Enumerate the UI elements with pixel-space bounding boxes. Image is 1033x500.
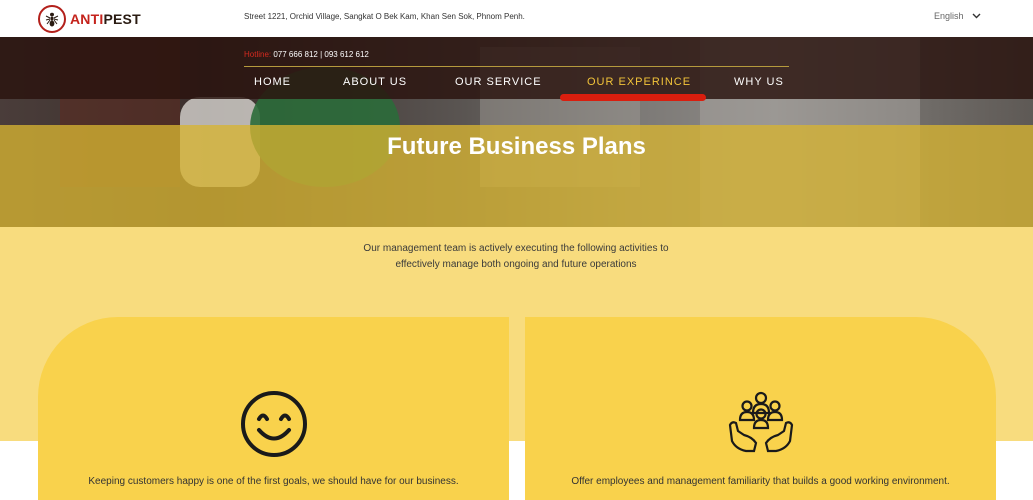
card-text: Offer employees and management familiari… xyxy=(571,476,950,487)
plan-card-customers: Keeping customers happy is one of the fi… xyxy=(38,317,509,500)
active-nav-underline xyxy=(560,94,706,101)
nav-item-about-us[interactable]: ABOUT US xyxy=(343,76,407,88)
address-text: Street 1221, Orchid Village, Sangkat O B… xyxy=(244,12,525,21)
hero-banner: Hotline: 077 666 812 | 093 612 612 HOME … xyxy=(0,37,1033,227)
nav-item-our-service[interactable]: OUR SERVICE xyxy=(455,76,542,88)
top-bar: ANTIPEST Street 1221, Orchid Village, Sa… xyxy=(0,0,1033,37)
logo-text-pest: PEST xyxy=(103,11,141,27)
hotline-numbers[interactable]: 077 666 812 | 093 612 612 xyxy=(273,50,369,59)
nav-item-why-us[interactable]: WHY US xyxy=(734,76,784,88)
nav-item-home[interactable]: HOME xyxy=(254,76,291,88)
card-icon-wrap xyxy=(525,389,996,459)
chevron-down-icon xyxy=(972,13,981,19)
language-selector[interactable]: English xyxy=(934,11,981,21)
logo-text: ANTIPEST xyxy=(70,11,141,27)
intro-line-2: effectively manage both ongoing and futu… xyxy=(395,259,637,270)
main-nav: HOME ABOUT US OUR SERVICE OUR EXPERINCE … xyxy=(0,76,1033,90)
smiley-face-icon xyxy=(240,391,307,457)
page-title: Future Business Plans xyxy=(387,133,646,160)
hotline-label: Hotline: xyxy=(244,50,272,59)
logo-text-anti: ANTI xyxy=(70,11,104,27)
intro-text: Our management team is actively executin… xyxy=(316,241,716,273)
site-logo[interactable]: ANTIPEST xyxy=(38,4,141,34)
team-hands-icon xyxy=(728,391,793,453)
ant-shield-icon xyxy=(38,5,66,33)
hotline: Hotline: 077 666 812 | 093 612 612 xyxy=(244,50,369,59)
intro-line-1: Our management team is actively executin… xyxy=(363,243,669,254)
plan-card-employees: Offer employees and management familiari… xyxy=(525,317,996,500)
nav-item-our-experince[interactable]: OUR EXPERINCE xyxy=(587,76,691,88)
card-text: Keeping customers happy is one of the fi… xyxy=(88,476,459,487)
card-icon-wrap xyxy=(38,389,509,459)
language-label: English xyxy=(934,11,964,21)
nav-divider xyxy=(244,66,789,67)
